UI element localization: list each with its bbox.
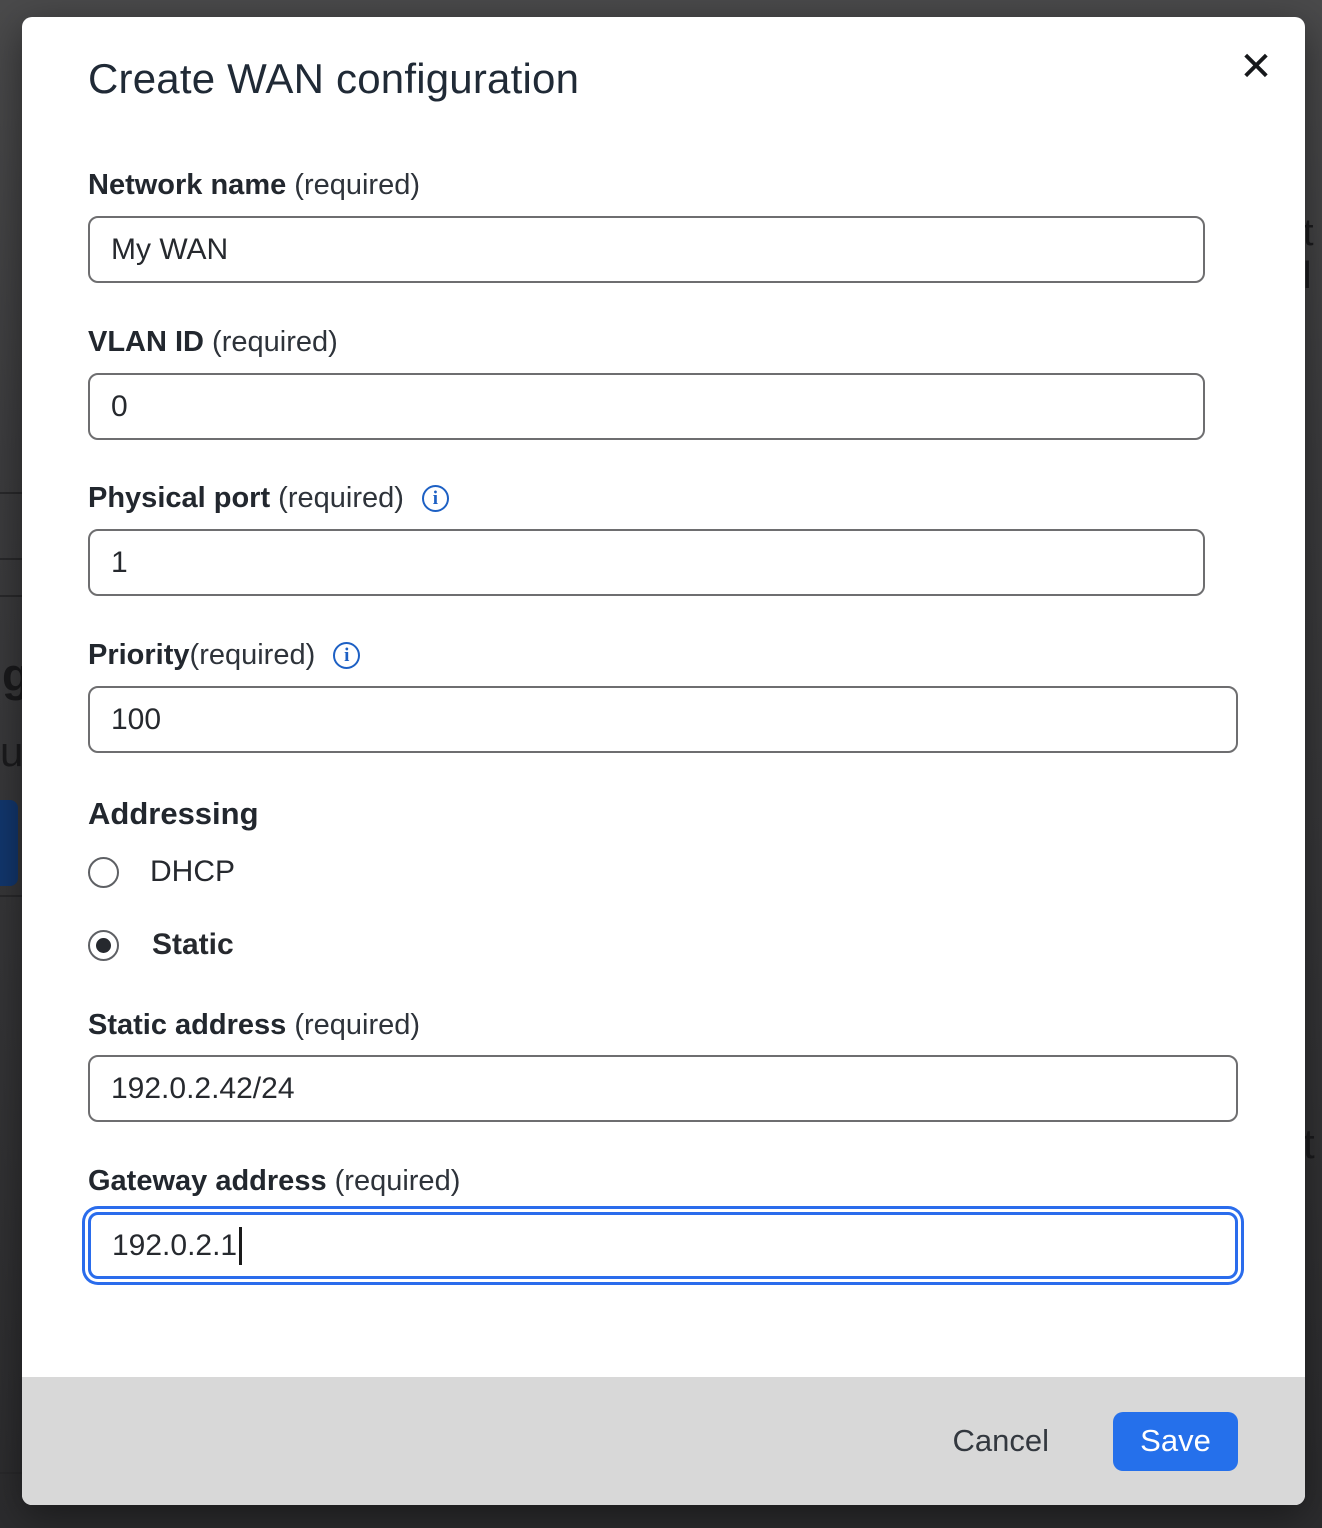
input-value: 192.0.2.1 bbox=[112, 1229, 237, 1263]
create-wan-configuration-dialog: Create WAN configuration ✕ Network name … bbox=[22, 17, 1305, 1505]
addressing-section-label: Addressing bbox=[88, 796, 259, 832]
input-value: 1 bbox=[111, 546, 128, 580]
vlan-id-input[interactable]: 0 bbox=[88, 373, 1205, 440]
priority-input[interactable]: 100 bbox=[88, 686, 1238, 753]
field-label-text: Physical port bbox=[88, 482, 270, 515]
info-icon[interactable]: i bbox=[333, 642, 360, 669]
input-value: 192.0.2.42/24 bbox=[111, 1072, 295, 1106]
gateway-address-label: Gateway address (required) bbox=[88, 1165, 460, 1198]
static-address-input[interactable]: 192.0.2.42/24 bbox=[88, 1055, 1238, 1122]
radio-option-dhcp[interactable]: DHCP bbox=[88, 855, 235, 889]
radio-option-static[interactable]: Static bbox=[88, 928, 234, 962]
required-hint: (required) bbox=[190, 639, 316, 672]
field-label-text: Priority bbox=[88, 639, 190, 672]
required-hint: (required) bbox=[286, 1009, 420, 1042]
cancel-button[interactable]: Cancel bbox=[935, 1413, 1068, 1469]
required-hint: (required) bbox=[327, 1165, 461, 1198]
field-label-text: Static address bbox=[88, 1009, 286, 1042]
save-button[interactable]: Save bbox=[1113, 1412, 1238, 1471]
physical-port-label: Physical port (required) i bbox=[88, 482, 449, 515]
radio-selected-icon[interactable] bbox=[88, 930, 119, 961]
network-name-input[interactable]: My WAN bbox=[88, 216, 1205, 283]
physical-port-input[interactable]: 1 bbox=[88, 529, 1205, 596]
required-hint: (required) bbox=[286, 169, 420, 202]
background-text-fragment: t l bbox=[1303, 212, 1322, 298]
dialog-footer: Cancel Save bbox=[22, 1377, 1305, 1505]
text-cursor bbox=[239, 1227, 242, 1265]
input-value: 0 bbox=[111, 390, 128, 424]
info-icon[interactable]: i bbox=[422, 485, 449, 512]
priority-label: Priority(required) i bbox=[88, 639, 360, 672]
input-value: My WAN bbox=[111, 233, 228, 267]
radio-label: Static bbox=[152, 928, 234, 962]
field-label-text: Gateway address bbox=[88, 1165, 327, 1198]
required-hint: (required) bbox=[270, 482, 404, 515]
input-value: 100 bbox=[111, 703, 161, 737]
static-address-label: Static address (required) bbox=[88, 1009, 420, 1042]
gateway-address-input[interactable]: 192.0.2.1 bbox=[88, 1212, 1238, 1279]
close-icon[interactable]: ✕ bbox=[1230, 41, 1282, 93]
dialog-title: Create WAN configuration bbox=[88, 55, 579, 103]
field-label-text: VLAN ID bbox=[88, 326, 204, 359]
radio-unselected-icon[interactable] bbox=[88, 857, 119, 888]
vlan-id-label: VLAN ID (required) bbox=[88, 326, 338, 359]
radio-dot bbox=[96, 938, 111, 953]
required-hint: (required) bbox=[204, 326, 338, 359]
background-text-fragment: u bbox=[0, 728, 23, 776]
radio-label: DHCP bbox=[150, 855, 235, 889]
field-label-text: Network name bbox=[88, 169, 286, 202]
network-name-label: Network name (required) bbox=[88, 169, 420, 202]
background-button-fragment bbox=[0, 800, 18, 886]
